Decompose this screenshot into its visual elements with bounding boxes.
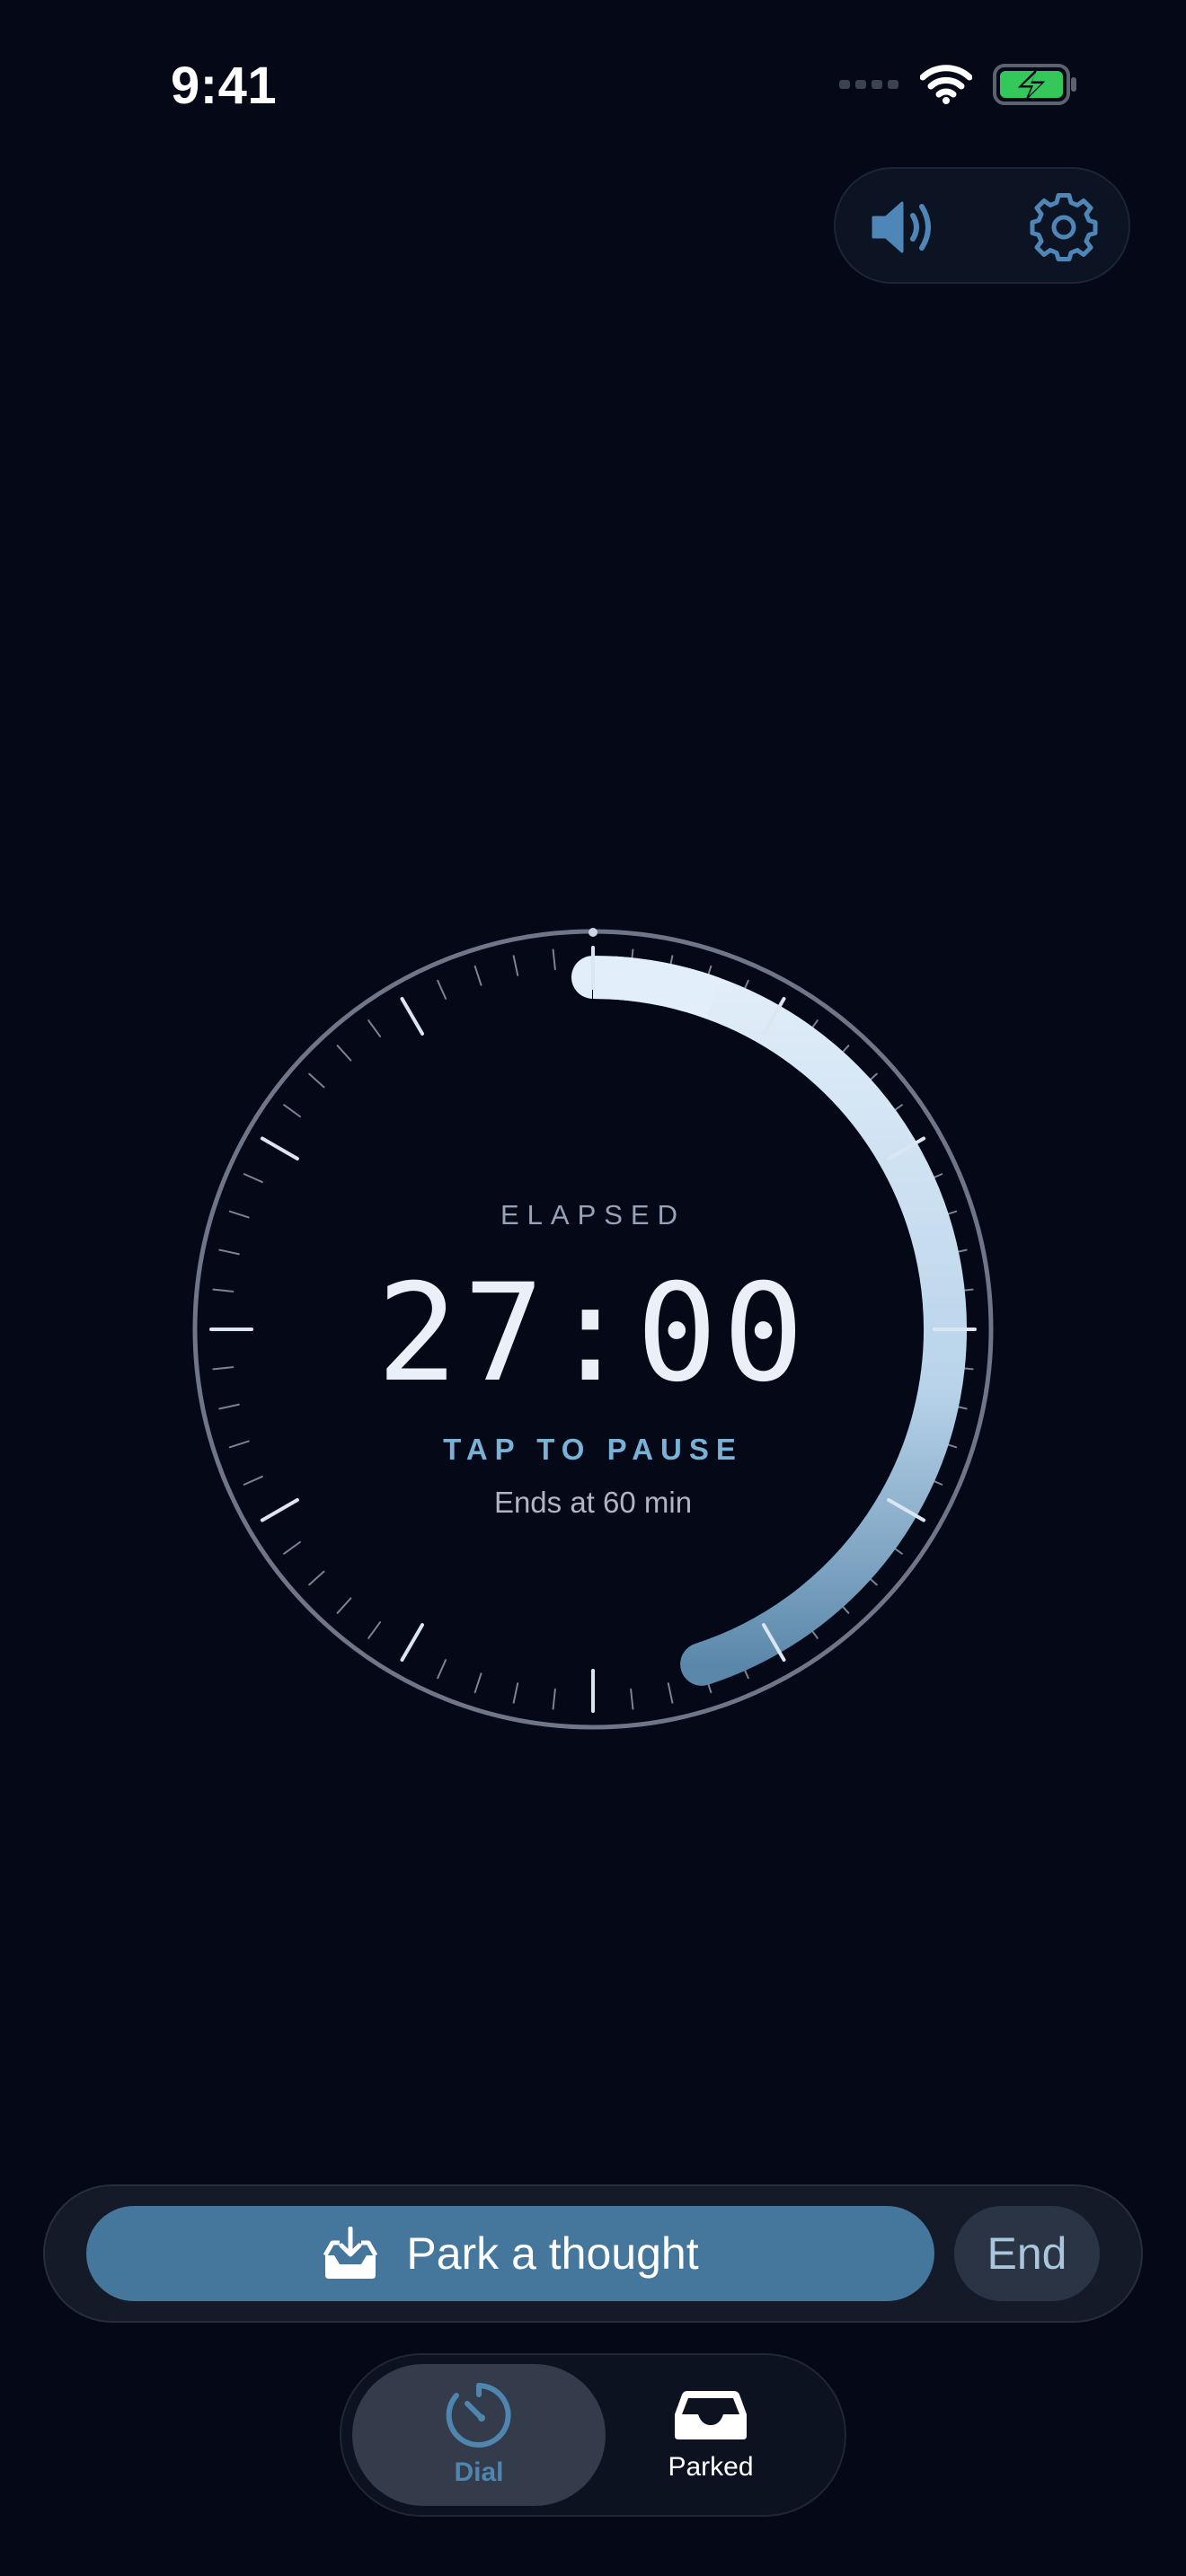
wifi-icon (919, 65, 973, 109)
speaker-icon (872, 201, 931, 253)
park-thought-label: Park a thought (406, 2228, 699, 2279)
ends-at-label: Ends at 60 min (493, 1486, 693, 1519)
status-time: 9:41 (171, 57, 278, 115)
sound-toggle-button[interactable] (861, 187, 947, 268)
timer-dial[interactable]: ELAPSED 27:00 TAP TO PAUSE Ends at 60 mi… (189, 925, 997, 1734)
tab-parked[interactable]: Parked (584, 2364, 837, 2506)
inbox-tray-icon (675, 2391, 747, 2439)
tap-to-pause-label: TAP TO PAUSE (443, 1433, 743, 1466)
gear-icon (1030, 193, 1098, 261)
end-session-button[interactable]: End (954, 2206, 1100, 2301)
tab-dial-label: Dial (454, 2457, 504, 2487)
dial-timer-icon (446, 2383, 511, 2448)
dial-center: ELAPSED 27:00 TAP TO PAUSE Ends at 60 mi… (189, 925, 997, 1734)
top-controls (834, 167, 1130, 284)
status-icons (837, 63, 1078, 110)
cellular-signal-icon (837, 75, 900, 98)
tab-dial[interactable]: Dial (352, 2364, 606, 2506)
tab-bar: Dial Parked (340, 2353, 846, 2517)
settings-button[interactable] (1021, 187, 1107, 268)
time-readout: 27:00 (376, 1256, 810, 1412)
tray-download-icon (323, 2227, 378, 2279)
park-thought-button[interactable]: Park a thought (86, 2206, 934, 2301)
battery-charging-icon (992, 63, 1078, 110)
action-bar: Park a thought End (43, 2184, 1143, 2323)
tab-parked-label: Parked (668, 2452, 754, 2482)
elapsed-label: ELAPSED (500, 1199, 686, 1231)
focus-timer-screen: 9:41 ELAPSED 27:00 TAP TO PAUSE Ends at … (0, 0, 1186, 2576)
